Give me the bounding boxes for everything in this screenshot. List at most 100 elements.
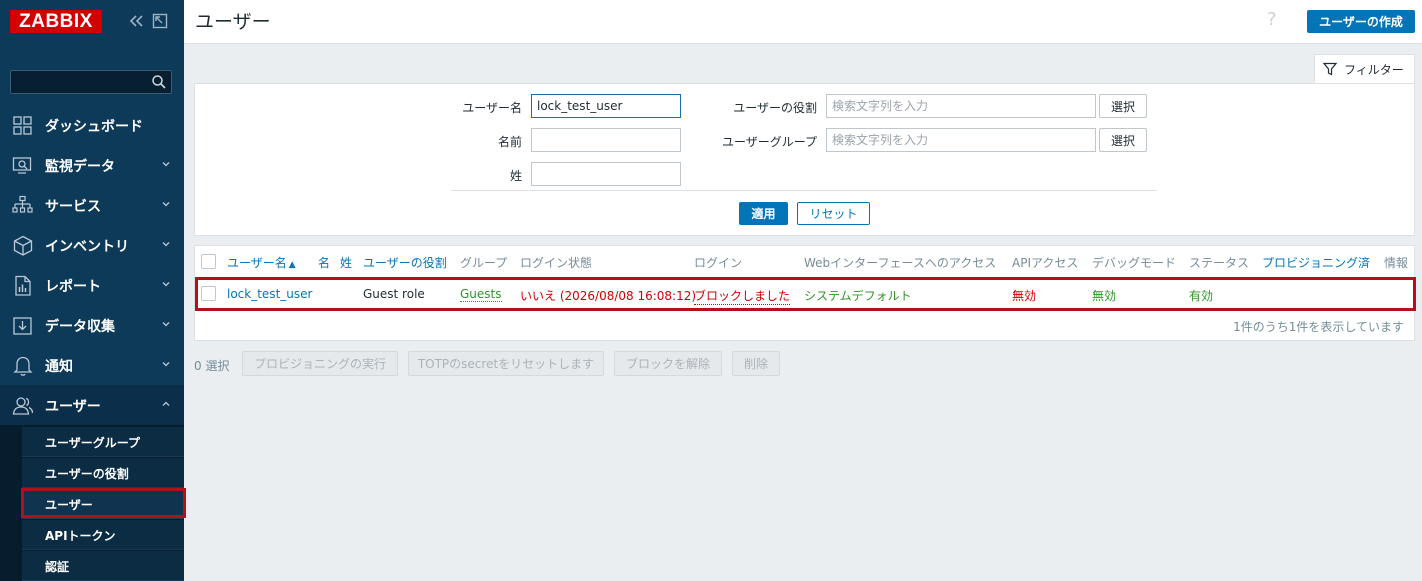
monitoring-icon xyxy=(12,157,32,174)
submenu-label: 認証 xyxy=(45,560,70,574)
submenu-label: ユーザーの役割 xyxy=(45,467,129,481)
inventory-icon xyxy=(13,235,33,256)
users-icon xyxy=(12,397,34,415)
sidebar-search-input[interactable] xyxy=(10,70,172,94)
column-header-api-access: APIアクセス xyxy=(1012,256,1079,270)
table-footer-count: 1件のうち1件を表示しています xyxy=(1233,320,1404,334)
username-label: ユーザー名 xyxy=(462,101,522,115)
menu-label: サービス xyxy=(45,199,101,215)
filter-panel: ユーザー名 lock_test_user 名前 姓 ユーザーの役割 検索文字列を… xyxy=(194,83,1415,236)
cell-debug-mode: 無効 xyxy=(1092,289,1117,303)
cell-username-link[interactable]: lock_test_user xyxy=(227,287,312,301)
column-header-username-text: ユーザー名 xyxy=(227,256,287,270)
create-user-button[interactable]: ユーザーの作成 xyxy=(1307,10,1415,33)
kiosk-mode-icon[interactable] xyxy=(151,12,169,30)
chevron-up-icon xyxy=(162,401,170,406)
filter-icon xyxy=(1323,62,1337,76)
cell-role: Guest role xyxy=(363,287,425,301)
column-header-info: 情報 xyxy=(1384,256,1409,270)
cell-frontend-access: システムデフォルト xyxy=(804,289,912,303)
chevron-down-icon xyxy=(162,282,170,287)
search-icon[interactable] xyxy=(151,74,167,90)
row-checkbox[interactable] xyxy=(201,286,216,301)
select-all-checkbox[interactable] xyxy=(201,254,216,269)
menu-item-services[interactable]: サービス xyxy=(0,185,184,225)
user-role-filter-input[interactable]: 検索文字列を入力 xyxy=(826,94,1096,118)
name-label: 名前 xyxy=(497,135,522,149)
chevron-down-icon xyxy=(162,242,170,247)
chevron-down-icon xyxy=(162,362,170,367)
bell-icon xyxy=(13,356,33,376)
submenu-label: ユーザーグループ xyxy=(45,436,141,450)
cell-status: 有効 xyxy=(1189,289,1214,303)
chevron-down-icon xyxy=(162,202,170,207)
users-submenu: ユーザーグループ ユーザーの役割 ユーザー APIトークン 認証 xyxy=(0,425,184,581)
users-table: ユーザー名 ▲ 名 姓 ユーザーの役割 グループ ログイン状態 ログイン Webイ… xyxy=(194,245,1415,341)
column-header-groups: グループ xyxy=(460,256,508,270)
unblock-button[interactable]: ブロックを解除 xyxy=(614,351,722,376)
chevron-down-icon xyxy=(162,322,170,327)
user-role-label: ユーザーの役割 xyxy=(733,101,817,115)
menu-item-users[interactable]: ユーザー xyxy=(0,385,184,425)
menu-label: ユーザー xyxy=(45,399,101,415)
collapse-sidebar-icon[interactable] xyxy=(127,12,145,30)
filter-tab-label: フィルター xyxy=(1344,63,1404,77)
submenu-item-authentication[interactable]: 認証 xyxy=(22,551,184,581)
help-icon[interactable]: ? xyxy=(1267,9,1277,30)
cell-login-status: いいえ (2026/08/08 16:08:12) xyxy=(520,289,697,303)
reset-totp-button[interactable]: TOTPのsecretをリセットします xyxy=(408,351,604,376)
column-header-frontend-access: Webインターフェースへのアクセス xyxy=(804,256,997,270)
column-header-username[interactable]: ユーザー名 ▲ xyxy=(227,254,296,271)
menu-item-inventory[interactable]: インベントリ xyxy=(0,225,184,265)
column-header-debug-mode: デバッグモード xyxy=(1092,256,1177,270)
user-group-filter-input[interactable]: 検索文字列を入力 xyxy=(826,128,1096,152)
reset-button[interactable]: リセット xyxy=(797,202,870,225)
surname-filter-input[interactable] xyxy=(531,162,681,186)
menu-item-dashboards[interactable]: ダッシュボード xyxy=(0,105,184,145)
page-header: ユーザー ? ユーザーの作成 xyxy=(184,0,1422,44)
services-icon xyxy=(12,195,33,213)
column-header-status: ステータス xyxy=(1189,256,1250,270)
menu-item-reports[interactable]: レポート xyxy=(0,265,184,305)
dashboard-icon xyxy=(13,116,32,135)
menu-label: ダッシュボード xyxy=(45,119,143,135)
table-row: lock_test_user Guest role Guests いいえ (20… xyxy=(195,278,1414,311)
column-header-provisioned[interactable]: プロビジョニング済 xyxy=(1262,254,1370,271)
user-group-label: ユーザーグループ xyxy=(721,135,817,149)
submenu-item-api-tokens[interactable]: APIトークン xyxy=(22,520,184,550)
submenu-label: APIトークン xyxy=(45,529,116,543)
menu-label: レポート xyxy=(45,279,101,295)
menu-item-monitoring[interactable]: 監視データ xyxy=(0,145,184,185)
username-filter-input[interactable]: lock_test_user xyxy=(531,94,681,118)
cell-login-blocked-link[interactable]: ブロックしました xyxy=(694,287,791,305)
apply-button[interactable]: 適用 xyxy=(739,202,788,225)
column-header-surname[interactable]: 姓 xyxy=(340,254,352,271)
reports-icon xyxy=(15,275,31,296)
user-group-select-button[interactable]: 選択 xyxy=(1099,128,1147,152)
column-header-login-status: ログイン状態 xyxy=(520,256,593,270)
user-role-select-button[interactable]: 選択 xyxy=(1099,94,1147,118)
page-title: ユーザー xyxy=(195,11,271,33)
zabbix-logo[interactable]: ZABBIX xyxy=(10,10,102,33)
name-filter-input[interactable] xyxy=(531,128,681,152)
column-header-user-role[interactable]: ユーザーの役割 xyxy=(363,254,447,271)
menu-label: データ収集 xyxy=(45,319,115,335)
menu-item-alerts[interactable]: 通知 xyxy=(0,345,184,385)
sidebar: ZABBIX ダッシュボード 監視データ サービス インベントリ レポート デー… xyxy=(0,0,184,581)
filter-divider xyxy=(451,190,1157,191)
selected-count: 0 選択 xyxy=(194,359,230,373)
cell-groups-link[interactable]: Guests xyxy=(460,287,502,302)
submenu-item-user-groups[interactable]: ユーザーグループ xyxy=(22,427,184,457)
menu-item-data-collection[interactable]: データ収集 xyxy=(0,305,184,345)
filter-tab[interactable]: フィルター xyxy=(1314,54,1415,84)
column-header-login: ログイン xyxy=(694,256,743,270)
menu-label: 監視データ xyxy=(45,159,115,175)
submenu-item-users[interactable]: ユーザー xyxy=(22,489,184,519)
sort-asc-icon: ▲ xyxy=(288,260,296,270)
submenu-item-user-roles[interactable]: ユーザーの役割 xyxy=(22,458,184,488)
provision-button[interactable]: プロビジョニングの実行 xyxy=(242,351,398,376)
cell-api-access: 無効 xyxy=(1012,289,1037,303)
column-header-name[interactable]: 名 xyxy=(318,254,330,271)
delete-button[interactable]: 削除 xyxy=(732,351,780,376)
surname-label: 姓 xyxy=(509,169,522,183)
